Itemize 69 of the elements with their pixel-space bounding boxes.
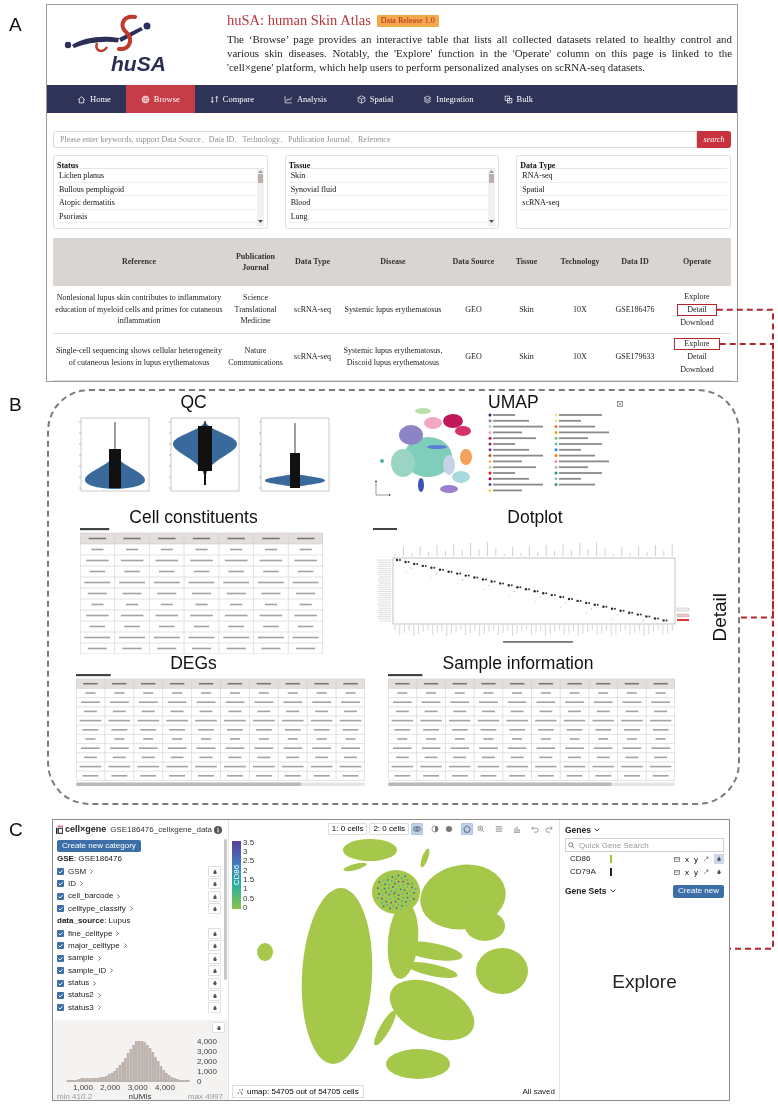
section-title: Cell constituents bbox=[129, 508, 258, 527]
column-header: Publication Journal bbox=[225, 238, 286, 286]
filter-title: Tissue bbox=[288, 161, 311, 170]
brand-name: cell×gene bbox=[65, 822, 107, 836]
tick-label: 1,000 bbox=[197, 1066, 218, 1076]
column-header: Disease bbox=[339, 238, 447, 286]
tick-label: 3.5 bbox=[243, 838, 255, 847]
tick-label: 0 bbox=[243, 902, 248, 912]
tick-label: 3,000 bbox=[127, 1083, 148, 1092]
tick-label: 1 bbox=[243, 884, 248, 894]
table-cell: scRNA-seq bbox=[286, 286, 339, 333]
column-header: Tissue bbox=[500, 238, 553, 286]
section-title: Dotplot bbox=[507, 508, 563, 527]
tick-label: 2.5 bbox=[243, 856, 255, 866]
table-cell: GEO bbox=[447, 333, 500, 380]
panel-label: Detail bbox=[710, 593, 730, 642]
column-header: Data Type bbox=[286, 238, 339, 286]
tick-label: 2 bbox=[243, 865, 248, 875]
table-cell: GSE179633 bbox=[607, 333, 663, 380]
table-cell: Single-cell sequencing shows cellular heterogeneity of cutaneous lesions in lupus erythematosus bbox=[53, 333, 225, 380]
table-cell: Systemic lupus erythematosus bbox=[339, 286, 447, 333]
tick-label: 4,000 bbox=[155, 1083, 175, 1092]
column-header: Data Source bbox=[447, 238, 500, 286]
section-title: UMAP bbox=[488, 393, 539, 412]
save-status: All saved bbox=[522, 1085, 555, 1098]
column-header: Technology bbox=[553, 238, 607, 286]
tick-label: 1.5 bbox=[243, 874, 255, 884]
logo-text: huSA bbox=[111, 53, 166, 75]
metadata-field: data_source: Lupus bbox=[53, 914, 224, 928]
panel-letter: A bbox=[9, 15, 22, 34]
column-header: Data ID bbox=[607, 238, 663, 286]
column-header: Reference bbox=[53, 238, 225, 286]
dataset-field: GSE: GSE186476 bbox=[53, 853, 224, 866]
filter-title: Status bbox=[57, 161, 79, 170]
axis-label: nUMIs bbox=[128, 1092, 152, 1101]
table-cell: Skin bbox=[500, 333, 553, 380]
site-title: huSA: human Skin Atlas bbox=[227, 12, 371, 29]
panel-letter: C bbox=[9, 820, 23, 839]
section-title: DEGs bbox=[170, 654, 217, 673]
range-max-label: max 4997 bbox=[187, 1092, 223, 1101]
table-cell: GSE186476 bbox=[607, 286, 663, 333]
filter-title: Data Type bbox=[520, 161, 556, 170]
tick-label: 0 bbox=[197, 1076, 202, 1086]
table-cell: Science Translational Medicine bbox=[225, 286, 286, 333]
section-title: Sample information bbox=[442, 654, 594, 673]
tick-label: 4,000 bbox=[197, 1036, 218, 1046]
panel-letter: B bbox=[9, 395, 22, 414]
tick-label: 3,000 bbox=[197, 1046, 218, 1056]
tick-label: 2,000 bbox=[197, 1056, 218, 1066]
description-text: The ‘Browse’ page provides an interactive table that lists all collected datasets related to healthy control and various skin diseases. Notably, the 'Explore' function in the 'Operate' column on this page is linked to the 'cell×gene' platform, which help users to perform personalized analyses on scRNA-seq datasets. bbox=[227, 32, 732, 74]
tick-label: 2,000 bbox=[100, 1083, 121, 1092]
tick-label: 1,000 bbox=[73, 1083, 93, 1092]
table-cell: GEO bbox=[447, 286, 500, 333]
table-cell: 10X bbox=[553, 333, 607, 380]
color-scale-label: CD86 bbox=[232, 864, 242, 886]
range-min-label: min 410.2 bbox=[57, 1092, 93, 1101]
tick-label: 3 bbox=[243, 847, 248, 857]
column-header: Operate bbox=[663, 238, 731, 286]
dataset-name: GSE186476_cellxgene_data bbox=[110, 823, 212, 836]
table-cell: Nonlesional lupus skin contributes to inflammatory education of myeloid cells and primes for cutaneous inflammation bbox=[53, 286, 225, 333]
table-cell: 10X bbox=[553, 286, 607, 333]
table-cell: Systemic lupus erythematosus, Discoid lupus erythematosus bbox=[339, 333, 447, 380]
panel-label: Explore bbox=[612, 972, 677, 992]
tick-label: 0.5 bbox=[243, 893, 255, 903]
table-cell: scRNA-seq bbox=[286, 333, 339, 380]
section-title: QC bbox=[180, 393, 207, 412]
release-badge: Data Release 1.0 bbox=[376, 14, 439, 27]
table-cell: Nature Communications bbox=[225, 333, 286, 380]
table-cell: Skin bbox=[500, 286, 553, 333]
